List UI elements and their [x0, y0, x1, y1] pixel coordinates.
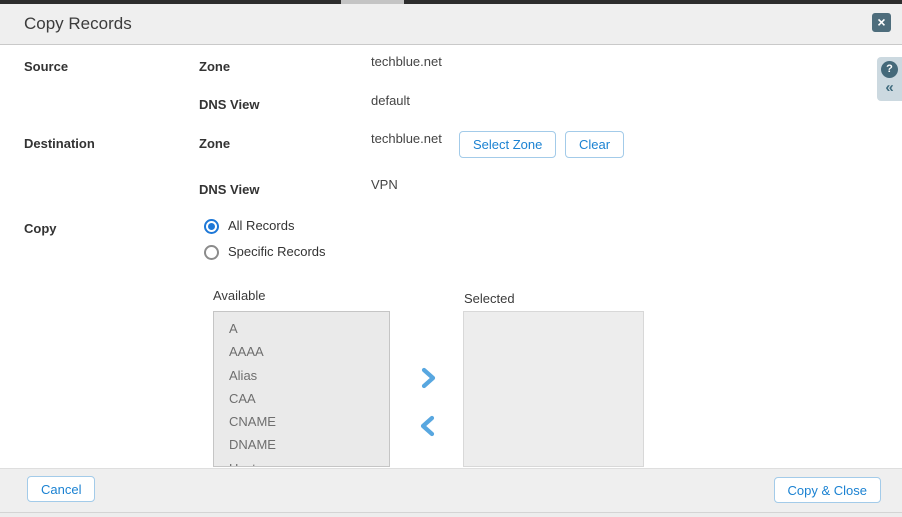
- copy-and-close-button[interactable]: Copy & Close: [774, 477, 881, 503]
- destination-dns-view-label: DNS View: [199, 182, 259, 197]
- source-zone-value: techblue.net: [371, 54, 442, 69]
- destination-zone-label: Zone: [199, 136, 230, 151]
- dialog-title: Copy Records: [24, 14, 132, 34]
- specific-records-radio[interactable]: [204, 245, 219, 260]
- available-listbox[interactable]: AAAAAAliasCAACNAMEDNAMEHost: [213, 311, 390, 467]
- list-item[interactable]: Alias: [214, 364, 389, 387]
- chevron-left-icon: [418, 425, 438, 440]
- clear-button[interactable]: Clear: [565, 131, 624, 158]
- move-left-button[interactable]: [417, 415, 439, 437]
- dialog-footer: [0, 468, 902, 513]
- destination-section-label: Destination: [24, 136, 95, 151]
- help-icon[interactable]: ?: [881, 61, 898, 78]
- list-item[interactable]: A: [214, 317, 389, 340]
- selected-listbox[interactable]: [463, 311, 644, 467]
- source-zone-label: Zone: [199, 59, 230, 74]
- source-dns-view-label: DNS View: [199, 97, 259, 112]
- dialog-title-bar: Copy Records ×: [0, 4, 902, 45]
- specific-records-radio-label[interactable]: Specific Records: [228, 244, 326, 259]
- list-item[interactable]: Host: [214, 457, 389, 467]
- move-right-button[interactable]: [417, 367, 439, 389]
- bottom-page-strip: [0, 513, 902, 517]
- all-records-radio[interactable]: [204, 219, 219, 234]
- list-item[interactable]: CNAME: [214, 410, 389, 433]
- list-item[interactable]: CAA: [214, 387, 389, 410]
- copy-records-dialog: Copy Records × ? « Source Zone techblue.…: [0, 0, 902, 517]
- help-panel: ? «: [877, 57, 902, 101]
- available-list-label: Available: [213, 288, 266, 303]
- all-records-radio-label[interactable]: All Records: [228, 218, 294, 233]
- list-item[interactable]: DNAME: [214, 433, 389, 456]
- source-section-label: Source: [24, 59, 68, 74]
- source-dns-view-value: default: [371, 93, 410, 108]
- chevron-right-icon: [418, 377, 438, 392]
- collapse-icon[interactable]: «: [877, 80, 902, 96]
- destination-zone-value: techblue.net: [371, 131, 442, 146]
- destination-dns-view-value: VPN: [371, 177, 398, 192]
- close-icon[interactable]: ×: [872, 13, 891, 32]
- list-item[interactable]: AAAA: [214, 340, 389, 363]
- copy-section-label: Copy: [24, 221, 57, 236]
- cancel-button[interactable]: Cancel: [27, 476, 95, 502]
- selected-list-label: Selected: [464, 291, 515, 306]
- select-zone-button[interactable]: Select Zone: [459, 131, 556, 158]
